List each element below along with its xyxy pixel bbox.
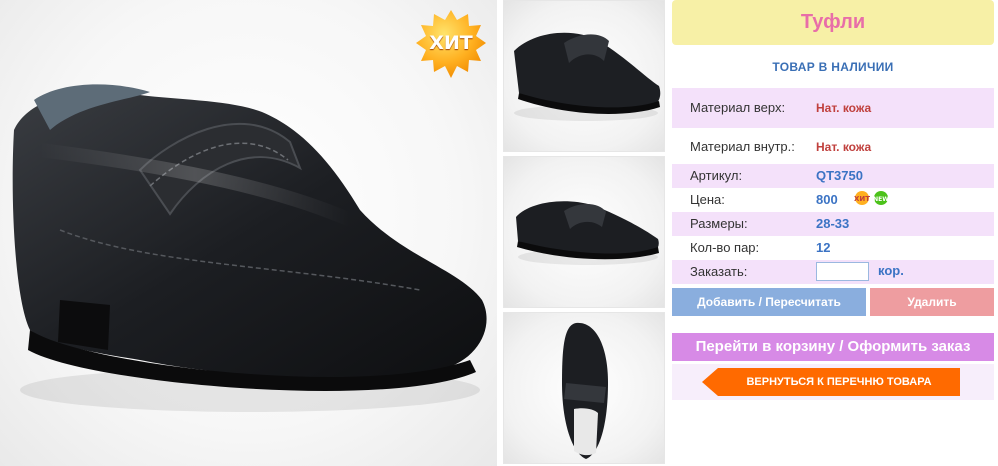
material-inner-label: Материал внутр.: — [690, 139, 795, 154]
sizes-value: 28-33 — [816, 216, 850, 231]
row-price: Цена: 800 ХИТ NEW — [672, 188, 994, 212]
row-pairs: Кол-во пар: 12 — [672, 236, 994, 260]
thumbnail-1[interactable] — [503, 0, 665, 152]
stock-status: ТОВАР В НАЛИЧИИ — [772, 60, 894, 74]
svg-text:ХИТ: ХИТ — [854, 195, 870, 203]
thumbnail-3[interactable] — [503, 312, 665, 464]
add-recalc-button[interactable]: Добавить / Пересчитать — [672, 288, 866, 316]
article-value: QT3750 — [816, 168, 863, 183]
row-sizes: Размеры: 28-33 — [672, 212, 994, 236]
sizes-label: Размеры: — [690, 216, 748, 231]
new-badge-icon: NEW — [873, 191, 889, 205]
back-to-list-label: ВЕРНУТЬСЯ К ПЕРЕЧНЮ ТОВАРА — [746, 376, 932, 388]
product-title: Туфли — [672, 0, 994, 45]
svg-text:NEW: NEW — [873, 196, 889, 203]
price-label: Цена: — [690, 192, 725, 207]
order-quantity-input[interactable] — [816, 262, 869, 281]
thumbnail-2[interactable] — [503, 156, 665, 308]
hit-badge: ХИТ — [414, 8, 488, 82]
article-label: Артикул: — [690, 168, 743, 183]
material-top-label: Материал верх: — [690, 100, 786, 115]
pairs-label: Кол-во пар: — [690, 240, 760, 255]
price-value: 800 — [816, 192, 838, 207]
order-label: Заказать: — [690, 264, 748, 279]
material-inner-value: Нат. кожа — [816, 140, 872, 154]
delete-button[interactable]: Удалить — [870, 288, 994, 316]
back-button-area: ВЕРНУТЬСЯ К ПЕРЕЧНЮ ТОВАРА — [672, 364, 994, 400]
order-unit: кор. — [878, 263, 904, 278]
go-to-cart-button[interactable]: Перейти в корзину / Оформить заказ — [672, 333, 994, 361]
hit-badge-label: ХИТ — [429, 32, 473, 54]
row-material-top: Материал верх: Нат. кожа — [672, 88, 994, 128]
material-top-value: Нат. кожа — [816, 101, 872, 115]
hit-mini-badge-icon: ХИТ — [854, 191, 870, 205]
back-to-list-button[interactable]: ВЕРНУТЬСЯ К ПЕРЕЧНЮ ТОВАРА — [702, 368, 960, 396]
pairs-value: 12 — [816, 240, 831, 255]
row-order: Заказать: кор. — [672, 260, 994, 284]
row-material-inner: Материал внутр.: Нат. кожа — [672, 128, 994, 164]
row-article: Артикул: QT3750 — [672, 164, 994, 188]
